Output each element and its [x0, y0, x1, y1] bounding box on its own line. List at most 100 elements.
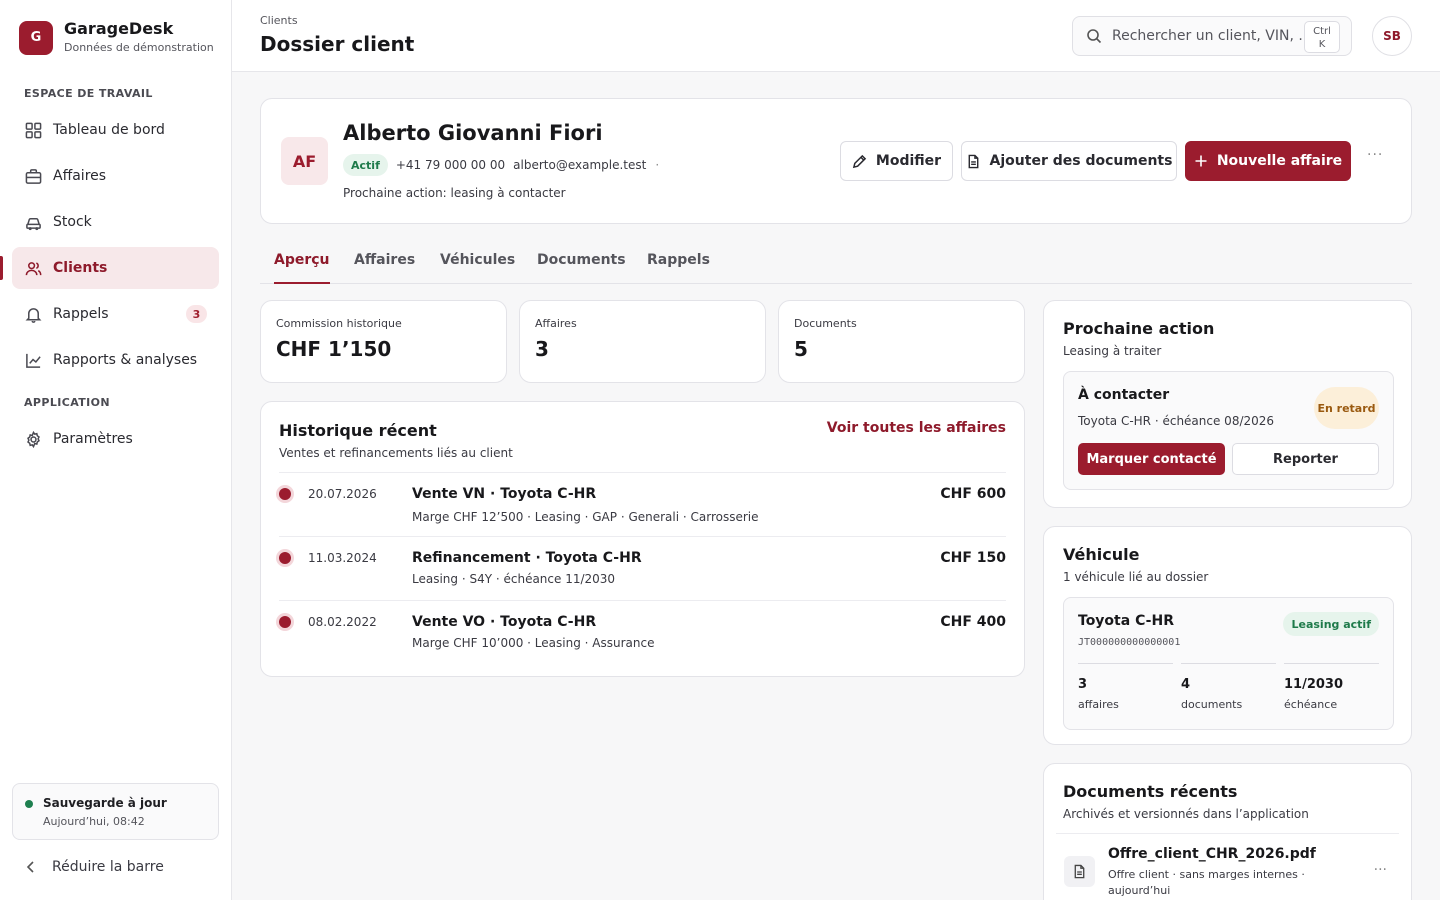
timeline-dot	[279, 552, 291, 564]
tab-vehicles[interactable]: Véhicules	[440, 252, 515, 284]
stat-label: Documents	[794, 317, 857, 330]
sidebar-item-clients[interactable]: Clients	[12, 247, 219, 289]
tab-overview[interactable]: Aperçu	[274, 252, 330, 284]
postpone-button[interactable]: Reporter	[1232, 443, 1379, 475]
tab-documents[interactable]: Documents	[537, 252, 626, 284]
tab-reminders[interactable]: Rappels	[647, 252, 710, 284]
document-icon	[966, 154, 981, 169]
search-box[interactable]: Ctrl K	[1072, 16, 1352, 56]
client-meta: Actif +41 79 000 00 00 alberto@example.t…	[343, 154, 668, 176]
stat-value: CHF 1’150	[276, 337, 392, 361]
vehicle-item[interactable]: Toyota C-HR JT000000000000001 Leasing ac…	[1063, 597, 1394, 730]
top-header: Clients Dossier client Ctrl K SB	[232, 0, 1440, 72]
sidebar-item-deals[interactable]: Affaires	[12, 155, 219, 197]
mark-contacted-button[interactable]: Marquer contacté	[1078, 443, 1225, 475]
timeline-dot	[279, 616, 291, 628]
sidebar-item-label: Rappels	[53, 306, 109, 322]
vehicle-card: Véhicule 1 véhicule lié au dossier Toyot…	[1043, 526, 1412, 745]
sidebar-item-stock[interactable]: Stock	[12, 201, 219, 243]
sidebar-item-reports[interactable]: Rapports & analyses	[12, 339, 219, 381]
edit-button[interactable]: Modifier	[840, 141, 953, 181]
sidebar-item-label: Tableau de bord	[53, 122, 165, 138]
tab-deals[interactable]: Affaires	[354, 252, 415, 284]
breadcrumb[interactable]: Clients	[260, 14, 298, 27]
next-action-subtitle: Leasing à traiter	[1063, 344, 1162, 358]
client-name: Alberto Giovanni Fiori	[343, 121, 603, 145]
more-options-icon[interactable]: ···	[1374, 862, 1387, 878]
documents-card-title: Documents récents	[1063, 782, 1238, 801]
keyboard-shortcut-hint: Ctrl K	[1304, 21, 1340, 53]
add-documents-button[interactable]: Ajouter des documents	[961, 141, 1177, 181]
history-title-text: Vente VN · Toyota C-HR	[412, 486, 597, 502]
briefcase-icon	[24, 167, 42, 185]
vehicle-stat-label: documents	[1181, 698, 1243, 711]
sidebar-item-dashboard[interactable]: Tableau de bord	[12, 109, 219, 151]
vehicle-card-subtitle: 1 véhicule lié au dossier	[1063, 570, 1209, 584]
gear-icon	[24, 430, 42, 448]
task-desc: Toyota C-HR · échéance 08/2026	[1078, 414, 1275, 428]
plus-icon	[1194, 154, 1208, 168]
view-all-deals-link[interactable]: Voir toutes les affaires	[827, 420, 1006, 436]
vehicle-stat: 11/2030 échéance	[1284, 663, 1379, 711]
stat-value: 3	[535, 337, 549, 361]
history-title: Historique récent	[279, 421, 437, 440]
client-phone[interactable]: +41 79 000 00 00	[396, 158, 505, 172]
status-badge: Actif	[343, 154, 388, 176]
history-row[interactable]: 11.03.2024 Refinancement · Toyota C-HR L…	[279, 536, 1006, 600]
client-email[interactable]: alberto@example.test	[513, 158, 646, 172]
client-avatar: AF	[281, 137, 328, 185]
new-deal-button[interactable]: Nouvelle affaire	[1185, 141, 1351, 181]
history-date: 20.07.2026	[308, 487, 377, 501]
sidebar-item-reminders[interactable]: Rappels 3	[12, 293, 219, 335]
active-indicator	[0, 256, 3, 280]
more-options-icon[interactable]: ···	[1367, 147, 1383, 163]
sidebar-item-label: Affaires	[53, 168, 107, 184]
section-label-application: APPLICATION	[24, 396, 111, 409]
vehicle-stat-value: 3	[1078, 677, 1088, 692]
sidebar-item-label: Paramètres	[53, 431, 133, 447]
edit-label: Modifier	[875, 153, 942, 169]
history-amount: CHF 600	[940, 486, 1006, 502]
vehicle-stat: 4 documents	[1181, 663, 1276, 711]
client-next-action: Prochaine action: leasing à contacter	[343, 186, 566, 200]
separator-dot: ·	[655, 158, 660, 172]
overdue-badge: En retard	[1314, 387, 1379, 429]
next-action-title: Prochaine action	[1063, 319, 1215, 338]
collapse-sidebar-button[interactable]: Réduire la barre	[24, 856, 164, 878]
sidebar-item-settings[interactable]: Paramètres	[12, 418, 219, 460]
user-avatar[interactable]: SB	[1372, 16, 1412, 56]
history-card: Historique récent Ventes et refinancemen…	[260, 401, 1025, 677]
sidebar-item-label: Clients	[53, 260, 108, 276]
search-input[interactable]	[1112, 28, 1302, 44]
vehicle-card-title: Véhicule	[1063, 545, 1140, 564]
vehicle-stat-label: affaires	[1078, 698, 1119, 711]
document-desc: Offre client · sans marges internes · au…	[1108, 868, 1305, 897]
users-icon	[24, 259, 42, 277]
next-action-card: Prochaine action Leasing à traiter À con…	[1043, 300, 1412, 508]
document-row[interactable]: Offre_client_CHR_2026.pdf Offre client ·…	[1056, 833, 1399, 900]
history-desc: Marge CHF 10’000 · Leasing · Assurance	[412, 636, 655, 650]
grid-icon	[24, 121, 42, 139]
vehicle-stat-value: 4	[1181, 677, 1191, 692]
vehicle-vin: JT000000000000001	[1078, 637, 1181, 648]
brand[interactable]: G GarageDesk Données de démonstration	[19, 19, 214, 56]
vehicle-stat-value: 11/2030	[1284, 677, 1344, 692]
pencil-icon	[852, 154, 867, 169]
history-row[interactable]: 08.02.2022 Vente VO · Toyota C-HR Marge …	[279, 600, 1006, 664]
save-status-time: Aujourd’hui, 08:42	[43, 815, 145, 828]
status-dot	[25, 800, 33, 808]
stat-value: 5	[794, 337, 808, 361]
recent-documents-card: Documents récents Archivés et versionnés…	[1043, 763, 1412, 900]
vehicle-name: Toyota C-HR	[1078, 613, 1174, 629]
documents-card-subtitle: Archivés et versionnés dans l’applicatio…	[1063, 807, 1309, 821]
task-title: À contacter	[1078, 387, 1170, 403]
page-title: Dossier client	[260, 32, 415, 56]
chart-icon	[24, 351, 42, 369]
reminders-count-badge: 3	[186, 305, 207, 323]
section-label-workspace: ESPACE DE TRAVAIL	[24, 87, 153, 100]
history-row[interactable]: 20.07.2026 Vente VN · Toyota C-HR Marge …	[279, 472, 1006, 536]
add-documents-label: Ajouter des documents	[989, 153, 1173, 169]
file-icon	[1064, 856, 1095, 887]
history-amount: CHF 400	[940, 614, 1006, 630]
stat-card-deals: Affaires 3	[519, 300, 766, 383]
